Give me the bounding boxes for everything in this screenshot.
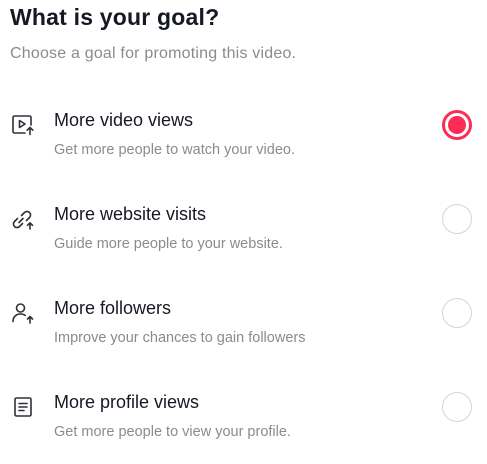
radio-button[interactable] — [442, 298, 472, 328]
link-icon — [10, 206, 36, 232]
goal-description: Get more people to watch your video. — [54, 142, 295, 158]
radio-button[interactable] — [442, 392, 472, 422]
goal-option-profile-views[interactable]: More profile views Get more people to vi… — [0, 390, 487, 464]
goal-label: More followers — [54, 298, 172, 318]
goal-label: More website visits — [54, 204, 207, 224]
video-views-icon — [10, 112, 36, 138]
radio-button[interactable] — [442, 204, 472, 234]
goal-description: Improve your chances to gain followers — [54, 330, 306, 346]
goal-option-website-visits[interactable]: More website visits Guide more people to… — [0, 202, 487, 276]
goal-description: Guide more people to your website. — [54, 236, 283, 252]
follower-icon — [10, 300, 36, 326]
goal-option-video-views[interactable]: More video views Get more people to watc… — [0, 108, 487, 182]
document-icon — [10, 394, 36, 420]
goal-label: More video views — [54, 110, 194, 130]
goal-description: Get more people to view your profile. — [54, 424, 291, 440]
page-subtitle: Choose a goal for promoting this video. — [10, 45, 297, 62]
goal-label: More profile views — [54, 392, 200, 412]
page-title: What is your goal? — [10, 4, 220, 30]
radio-button-selected[interactable] — [442, 110, 472, 140]
goal-option-followers[interactable]: More followers Improve your chances to g… — [0, 296, 487, 370]
